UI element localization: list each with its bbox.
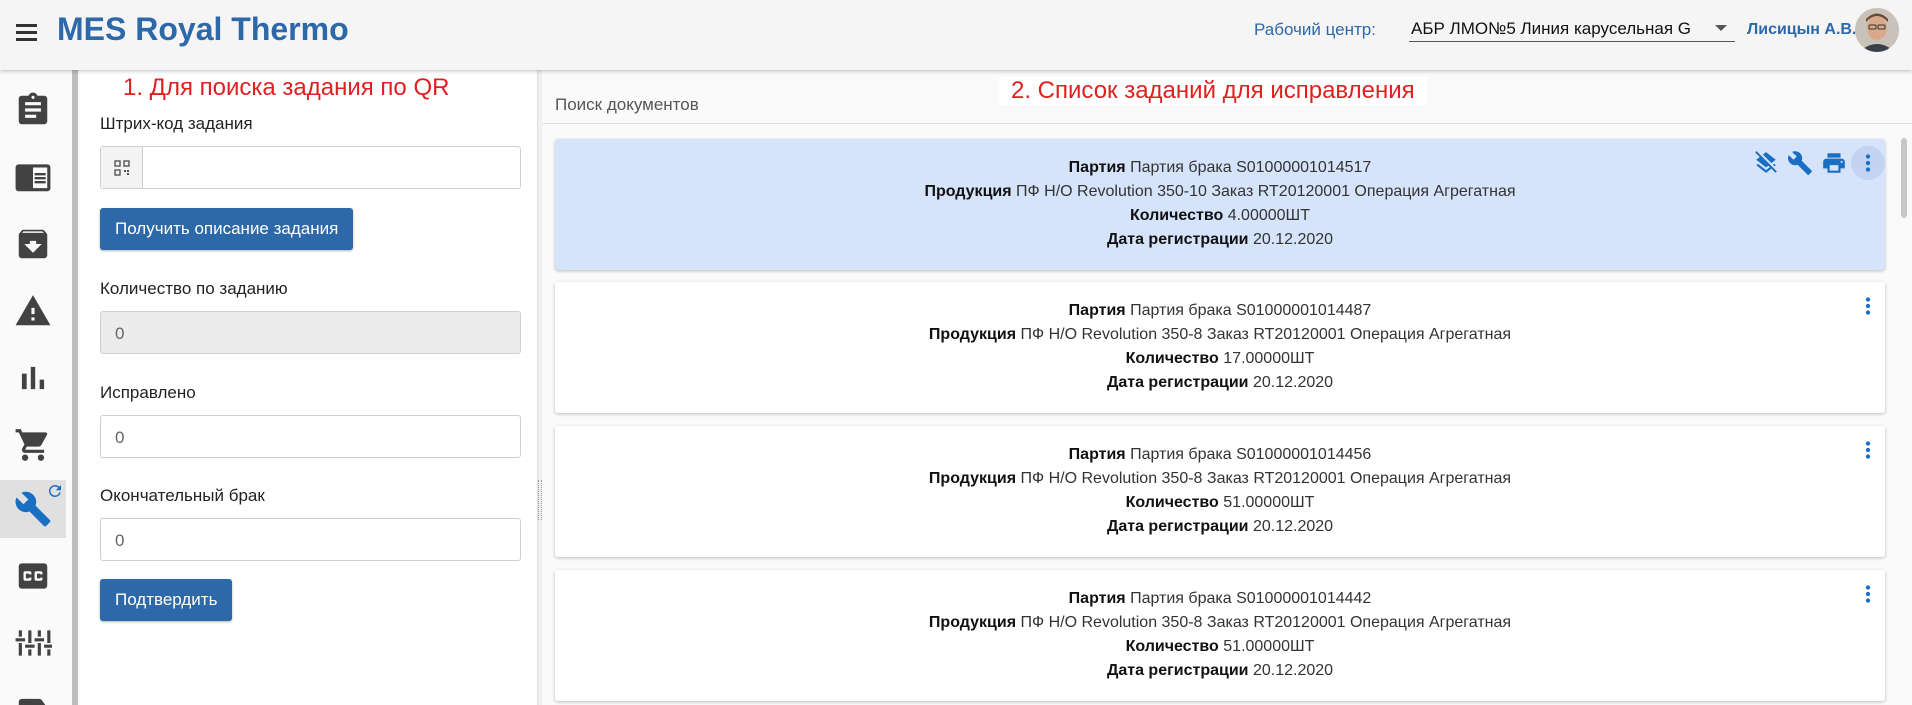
app-title: MES Royal Thermo xyxy=(57,11,349,47)
sidebar-item-cc[interactable] xyxy=(0,547,66,605)
bar-chart-icon xyxy=(21,366,45,390)
equalizer-icon xyxy=(15,630,52,656)
batch-value: Партия брака S01000001014456 xyxy=(1130,446,1372,463)
qty-field-label: Количество xyxy=(1125,350,1219,367)
avatar[interactable] xyxy=(1855,8,1899,52)
reader-icon xyxy=(15,164,51,192)
work-center-label: Рабочий центр: xyxy=(1254,20,1376,39)
product-value: ПФ Н/О Revolution 350-8 Заказ RT20120001… xyxy=(1020,614,1512,631)
sidebar-item-equalizer[interactable] xyxy=(0,614,66,672)
product-field-label: Продукция xyxy=(928,614,1017,631)
sidebar-item-archive[interactable] xyxy=(0,215,66,273)
more-vert-icon[interactable] xyxy=(1851,146,1885,180)
qr-code-icon[interactable] xyxy=(101,147,143,188)
layers-off-icon[interactable] xyxy=(1749,146,1783,180)
qty-value: 17.00000ШТ xyxy=(1223,350,1315,367)
warning-icon xyxy=(15,295,51,326)
card-actions xyxy=(1749,146,1885,180)
document-search-label[interactable]: Поиск документов xyxy=(555,95,699,115)
hamburger-menu-icon[interactable] xyxy=(14,20,40,46)
date-value: 20.12.2020 xyxy=(1252,374,1334,391)
date-value: 20.12.2020 xyxy=(1252,518,1334,535)
sidebar-item-reader[interactable] xyxy=(0,148,66,206)
fixed-label: Исправлено xyxy=(100,383,196,402)
batch-value: Партия брака S01000001014442 xyxy=(1130,590,1372,607)
date-field-label: Дата регистрации xyxy=(1106,231,1249,248)
date-field-label: Дата регистрации xyxy=(1106,662,1249,679)
card-details: Партия Партия брака S01000001014517 Прод… xyxy=(555,156,1885,252)
refresh-icon xyxy=(46,482,64,500)
qty-field-label: Количество xyxy=(1125,494,1219,511)
clipboard-icon xyxy=(18,92,48,125)
batch-field-label: Партия xyxy=(1068,159,1126,176)
chevron-down-icon xyxy=(1715,25,1727,31)
work-center-select[interactable]: АБР ЛМО№5 Линия карусельная G xyxy=(1409,16,1735,42)
fixed-quantity-input[interactable]: 0 xyxy=(100,415,521,458)
card-actions xyxy=(1851,289,1885,323)
more-vert-icon[interactable] xyxy=(1851,289,1885,323)
final-defect-input[interactable]: 0 xyxy=(100,518,521,561)
cart-icon xyxy=(15,429,48,461)
date-value: 20.12.2020 xyxy=(1252,231,1334,248)
work-center-value: АБР ЛМО№5 Линия карусельная G xyxy=(1411,19,1691,38)
batch-value: Партия брака S01000001014517 xyxy=(1130,159,1372,176)
confirm-button[interactable]: Подтвердить xyxy=(100,579,233,621)
product-value: ПФ Н/О Revolution 350-8 Заказ RT20120001… xyxy=(1020,326,1512,343)
qty-field-label: Количество xyxy=(1130,207,1224,224)
task-card[interactable]: Партия Партия брака S01000001014487 Прод… xyxy=(555,282,1885,413)
product-value: ПФ Н/О Revolution 350-8 Заказ RT20120001… xyxy=(1020,470,1512,487)
batch-field-label: Партия xyxy=(1068,590,1126,607)
qty-value: 4.00000ШТ xyxy=(1227,207,1310,224)
barcode-label: Штрих-код задания xyxy=(100,114,253,133)
user-name[interactable]: Лисицын А.В. xyxy=(1747,21,1856,39)
card-details: Партия Партия брака S01000001014442 Прод… xyxy=(555,587,1885,683)
more-vert-icon[interactable] xyxy=(1851,577,1885,611)
batch-value: Партия брака S01000001014487 xyxy=(1130,302,1372,319)
qty-field-label: Количество xyxy=(1125,638,1219,655)
sidebar-item-cart[interactable] xyxy=(0,416,66,474)
date-value: 20.12.2020 xyxy=(1252,662,1334,679)
sidebar-item-warnings[interactable] xyxy=(0,282,66,340)
date-field-label: Дата регистрации xyxy=(1106,518,1249,535)
product-value: ПФ Н/О Revolution 350-10 Заказ RT2012000… xyxy=(1016,183,1516,200)
card-actions xyxy=(1851,433,1885,467)
card-details: Партия Партия брака S01000001014487 Прод… xyxy=(555,299,1885,395)
card-actions xyxy=(1851,577,1885,611)
annotation-task-list: 2. Список заданий для исправления xyxy=(999,77,1427,105)
task-card[interactable]: Партия Партия брака S01000001014517 Прод… xyxy=(555,139,1885,270)
barcode-input[interactable] xyxy=(100,146,521,189)
qty-value: 51.00000ШТ xyxy=(1223,638,1315,655)
card-details: Партия Партия брака S01000001014456 Прод… xyxy=(555,443,1885,539)
batch-field-label: Партия xyxy=(1068,446,1126,463)
batch-field-label: Партия xyxy=(1068,302,1126,319)
sidebar-item-label[interactable] xyxy=(0,681,66,705)
product-field-label: Продукция xyxy=(928,326,1017,343)
search-underline xyxy=(542,123,1912,124)
sidebar-item-reports[interactable] xyxy=(0,349,66,407)
sidebar-item-repair[interactable] xyxy=(0,480,66,538)
task-card[interactable]: Партия Партия брака S01000001014442 Прод… xyxy=(555,570,1885,701)
final-defect-label: Окончательный брак xyxy=(100,486,265,505)
task-quantity-label: Количество по заданию xyxy=(100,279,288,298)
sidebar xyxy=(0,70,66,705)
task-card[interactable]: Партия Партия брака S01000001014456 Прод… xyxy=(555,426,1885,557)
list-scrollbar[interactable] xyxy=(1901,138,1907,218)
avatar-photo xyxy=(1855,8,1899,52)
annotation-qr-search: 1. Для поиска задания по QR xyxy=(111,74,462,102)
qty-value: 51.00000ШТ xyxy=(1223,494,1315,511)
sidebar-item-clipboard[interactable] xyxy=(0,81,66,139)
label-icon xyxy=(18,698,46,705)
top-app-bar: MES Royal Thermo Рабочий центр: АБР ЛМО№… xyxy=(0,0,1912,70)
sidebar-scrollbar[interactable] xyxy=(72,70,78,705)
print-icon[interactable] xyxy=(1817,146,1851,180)
product-field-label: Продукция xyxy=(928,470,1017,487)
date-field-label: Дата регистрации xyxy=(1106,374,1249,391)
wrench-icon[interactable] xyxy=(1783,146,1817,180)
task-quantity-field: 0 xyxy=(100,311,521,354)
product-field-label: Продукция xyxy=(924,183,1012,200)
more-vert-icon[interactable] xyxy=(1851,433,1885,467)
archive-icon xyxy=(18,229,48,259)
cc-icon xyxy=(18,563,48,589)
get-task-description-button[interactable]: Получить описание задания xyxy=(100,208,354,250)
